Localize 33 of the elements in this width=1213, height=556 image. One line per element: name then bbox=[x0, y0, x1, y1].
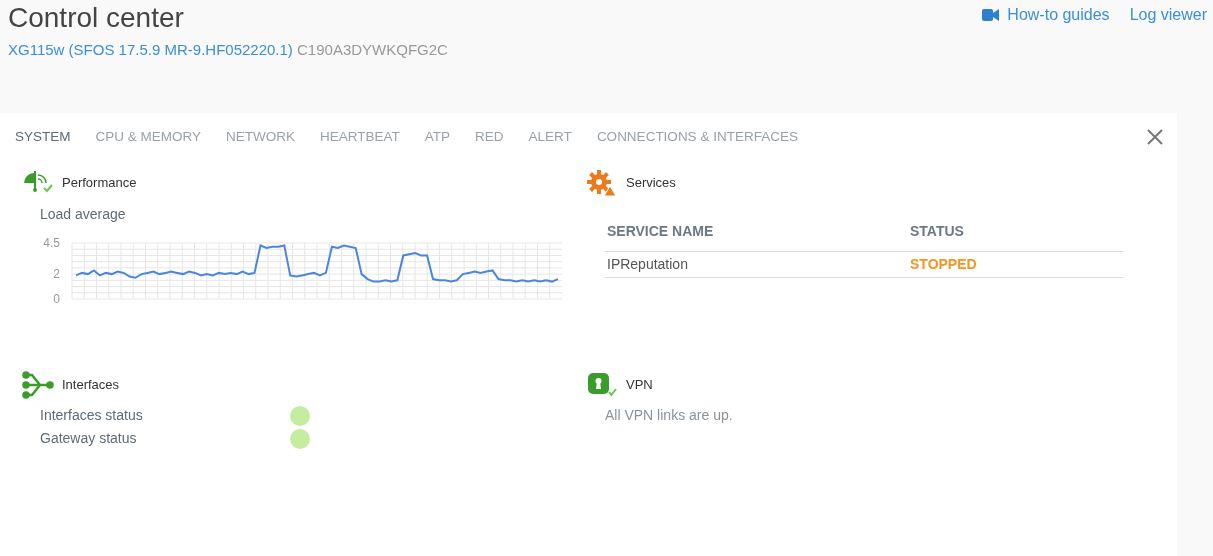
serial-number: C190A3DYWKQFG2C bbox=[297, 41, 448, 58]
vpn-message: All VPN links are up. bbox=[605, 406, 734, 425]
tab[interactable]: HEARTBEAT bbox=[320, 126, 400, 148]
section-title: Performance bbox=[62, 174, 137, 193]
tab[interactable]: SYSTEM bbox=[15, 126, 71, 148]
tab[interactable]: CONNECTIONS & INTERFACES bbox=[596, 126, 798, 148]
column-header: SERVICE NAME bbox=[606, 222, 715, 241]
section-title: Interfaces bbox=[62, 376, 120, 395]
device-model: XG115w (SFOS 17.5.9 MR-9.HF052220.1) bbox=[8, 41, 293, 58]
status-label: Interfaces status bbox=[40, 406, 144, 425]
chart-subtitle: Load average bbox=[40, 205, 127, 224]
column-header: STATUS bbox=[909, 222, 965, 241]
tab[interactable]: ALERT bbox=[528, 126, 572, 148]
video-camera-icon bbox=[982, 9, 1000, 21]
keyhole-check-icon bbox=[586, 371, 618, 399]
close-icon[interactable] bbox=[1147, 129, 1163, 145]
section-title: Services bbox=[626, 174, 676, 193]
tab[interactable]: ATP bbox=[424, 126, 451, 148]
section-title: VPN bbox=[626, 376, 653, 395]
service-status: STOPPED bbox=[909, 255, 978, 274]
service-name: IPReputation bbox=[606, 255, 689, 274]
axis-tick: 2 bbox=[53, 267, 60, 282]
gear-warning-icon bbox=[586, 169, 618, 197]
axis-tick: 0 bbox=[53, 292, 60, 306]
axis-tick: 4.5 bbox=[43, 236, 60, 250]
header-link[interactable]: Log viewer bbox=[1129, 4, 1207, 26]
tab[interactable]: NETWORK bbox=[226, 126, 296, 148]
status-label: Gateway status bbox=[40, 429, 138, 448]
tab[interactable]: CPU & MEMORY bbox=[95, 126, 202, 148]
header-link[interactable]: How-to guides bbox=[982, 4, 1110, 26]
tab[interactable]: RED bbox=[475, 126, 504, 148]
page-title: Control center bbox=[8, 1, 185, 35]
branching-icon bbox=[22, 371, 54, 399]
